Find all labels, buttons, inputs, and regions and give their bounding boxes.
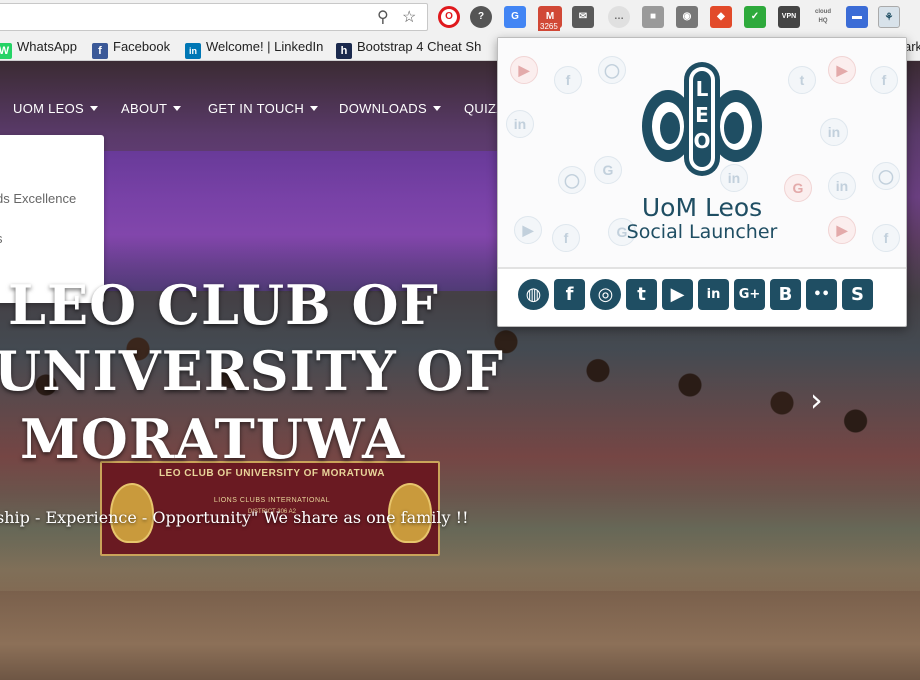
bg-googleplus-icon: G <box>594 156 622 184</box>
headline-line-2: UNIVERSITY OF <box>0 339 504 403</box>
bookmark-star-icon[interactable]: ☆ <box>402 7 416 27</box>
caret-down-icon <box>173 106 182 111</box>
nav-label: ABOUT <box>121 101 168 116</box>
popup-divider <box>498 267 906 269</box>
check-icon[interactable]: ✓ <box>744 6 766 28</box>
floor <box>0 591 920 680</box>
nav-about[interactable]: ABOUT <box>121 91 182 127</box>
bg-instagram-icon: ◯ <box>598 56 626 84</box>
gmail-count-badge: 3265 <box>538 22 560 31</box>
cloudhq-icon[interactable]: cloud HQ <box>812 6 834 28</box>
logo-letter-l: L <box>696 77 709 101</box>
bg-instagram-icon: ◯ <box>872 162 900 190</box>
bookmark-facebook[interactable]: f Facebook <box>92 39 170 59</box>
caret-down-icon <box>90 106 99 111</box>
caret-down-icon <box>432 106 441 111</box>
carousel-next-icon[interactable]: › <box>810 381 823 419</box>
facebook-icon: f <box>92 43 108 59</box>
bg-youtube-icon: ▶ <box>510 56 538 84</box>
youtube-icon[interactable]: ▶ <box>662 279 693 310</box>
facebook-icon[interactable]: f <box>554 279 585 310</box>
bg-twitter-icon: t <box>788 66 816 94</box>
dropdown-item[interactable]: ds Excellence <box>0 191 76 206</box>
clock-icon[interactable]: … <box>608 6 630 28</box>
slideshare-icon[interactable]: S <box>842 279 873 310</box>
mail-icon[interactable]: ✉ <box>572 6 594 28</box>
linkedin-icon[interactable]: in <box>698 279 729 310</box>
flickr-icon[interactable]: •• <box>806 279 837 310</box>
hero-tagline: ship - Experience - Opportunity" We shar… <box>0 508 469 527</box>
leo-lions-logo: L E O <box>642 62 762 176</box>
browser-toolbar: ⚲ ☆ O ? G M 3265 ✉ … ■ ◉ ◆ ✓ VPN cloud H… <box>0 0 920 34</box>
nav-downloads[interactable]: DOWNLOADS <box>339 91 441 127</box>
caret-down-icon <box>310 106 319 111</box>
cube-icon[interactable]: ■ <box>642 6 664 28</box>
bg-linkedin-icon: in <box>820 118 848 146</box>
bookmark-bootstrap[interactable]: h Bootstrap 4 Cheat Sh <box>336 39 481 59</box>
headline-line-3: MORATUWA <box>20 407 405 471</box>
bookmark-linkedin[interactable]: in Welcome! | LinkedIn <box>185 39 323 59</box>
camera-icon[interactable]: ◉ <box>676 6 698 28</box>
bootstrap-icon: h <box>336 43 352 59</box>
linkedin-icon: in <box>185 43 201 59</box>
social-links-row: ◍ f ◎ t ▶ in G+ B •• S <box>518 279 898 313</box>
nav-label: UOM LEOS <box>13 101 85 116</box>
bookmark-label: Facebook <box>113 39 171 54</box>
zoom-icon[interactable]: ⚲ <box>377 7 389 27</box>
banner-subtitle: LIONS CLUBS INTERNATIONAL <box>213 497 331 504</box>
address-bar[interactable]: ⚲ ☆ <box>0 3 428 31</box>
uom-leos-extension-icon[interactable]: ⚘ <box>878 6 900 28</box>
extensions-bar: O ? G M 3265 ✉ … ■ ◉ ◆ ✓ VPN cloud HQ ▬ … <box>432 4 920 31</box>
nav-uom-leos[interactable]: UOM LEOS <box>13 91 99 127</box>
nav-label: GET IN TOUCH <box>208 101 305 116</box>
bg-instagram-icon: ◯ <box>558 166 586 194</box>
whatsapp-icon: W <box>0 43 12 59</box>
bg-facebook-icon: f <box>870 66 898 94</box>
dropdown-item[interactable]: s <box>0 231 3 246</box>
bookmark-label: Bootstrap 4 Cheat Sh <box>357 39 482 54</box>
instagram-icon[interactable]: ◎ <box>590 279 621 310</box>
extension-popup: ▶ f ◯ in G ◯ ▶ f G t ▶ f in ◯ G in ▶ f i… <box>497 37 907 327</box>
nav-label: DOWNLOADS <box>339 101 427 116</box>
logo-letter-e: E <box>695 103 709 127</box>
website-icon[interactable]: ◍ <box>518 279 549 310</box>
logo-letter-o: O <box>693 129 710 153</box>
bg-facebook-icon: f <box>554 66 582 94</box>
bookmark-whatsapp[interactable]: W WhatsApp <box>0 39 77 59</box>
popup-title: UoM Leos <box>641 193 763 222</box>
popup-subtitle: Social Launcher <box>626 221 778 243</box>
site-nav: UOM LEOS ABOUT GET IN TOUCH DOWNLOADS QU… <box>0 91 520 127</box>
twitter-icon[interactable]: t <box>626 279 657 310</box>
google-plus-icon[interactable]: G+ <box>734 279 765 310</box>
headline-line-1: LEO CLUB OF <box>8 273 439 337</box>
nav-get-in-touch[interactable]: GET IN TOUCH <box>208 91 319 127</box>
blogger-icon[interactable]: B <box>770 279 801 310</box>
bg-linkedin-icon: in <box>506 110 534 138</box>
lightbulb-icon[interactable]: ? <box>470 6 492 28</box>
bg-youtube-icon: ▶ <box>828 56 856 84</box>
vpn-icon[interactable]: VPN <box>778 6 800 28</box>
bookmark-label: WhatsApp <box>17 39 77 54</box>
opera-icon[interactable]: O <box>438 6 460 28</box>
bookmark-label: Welcome! | LinkedIn <box>206 39 324 54</box>
window-icon[interactable]: ▬ <box>846 6 868 28</box>
pdf-icon[interactable]: ◆ <box>710 6 732 28</box>
translate-icon[interactable]: G <box>504 6 526 28</box>
